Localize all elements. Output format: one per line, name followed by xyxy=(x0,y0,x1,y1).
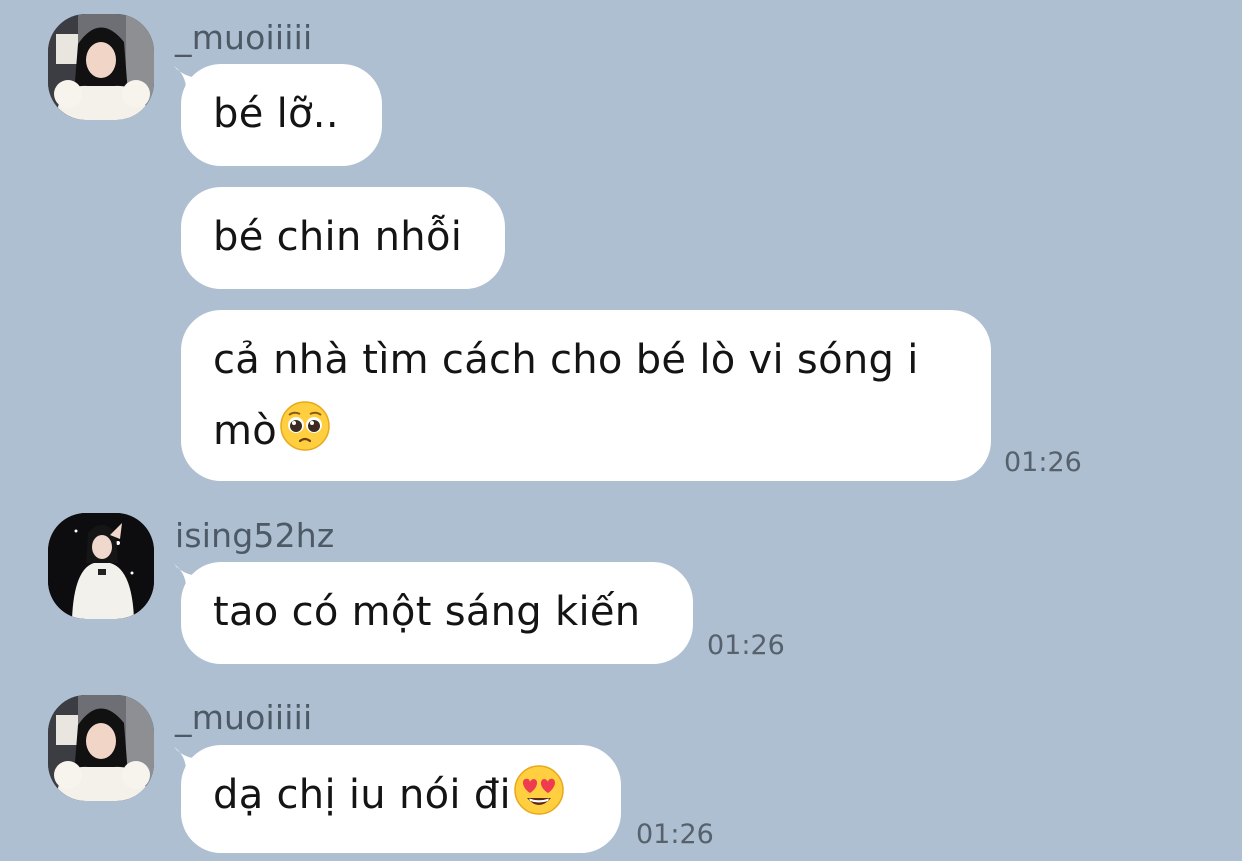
sender-name: _muoiiiii xyxy=(175,18,313,57)
timestamp: 01:26 xyxy=(636,819,714,850)
message-bubble[interactable]: dạ chị iu nói đi xyxy=(181,745,621,853)
message-text: bé chin nhỗi xyxy=(213,214,463,260)
message-bubble[interactable]: bé chin nhỗi xyxy=(181,187,505,289)
avatar[interactable] xyxy=(48,513,154,619)
avatar[interactable] xyxy=(48,695,154,801)
message-text: tao có một sáng kiến xyxy=(213,589,641,635)
timestamp: 01:26 xyxy=(707,630,785,661)
timestamp: 01:26 xyxy=(1004,447,1082,478)
message-bubble[interactable]: tao có một sáng kiến xyxy=(181,562,693,664)
sender-name: _muoiiiii xyxy=(175,698,313,737)
avatar-ising52hz-icon xyxy=(48,513,154,619)
heart-eyes-emoji-icon xyxy=(513,764,565,816)
avatar-muoiiiii-icon xyxy=(48,14,154,120)
avatar[interactable] xyxy=(48,14,154,120)
sender-name: ising52hz xyxy=(175,516,335,555)
pleading-face-emoji-icon xyxy=(279,400,331,452)
avatar-muoiiiii-icon xyxy=(48,695,154,801)
message-text: dạ chị iu nói đi xyxy=(213,772,511,818)
message-bubble[interactable]: cả nhà tìm cách cho bé lò vi sóng i mò xyxy=(181,310,991,481)
message-text: bé lỡ.. xyxy=(213,91,339,137)
message-bubble[interactable]: bé lỡ.. xyxy=(181,64,382,166)
